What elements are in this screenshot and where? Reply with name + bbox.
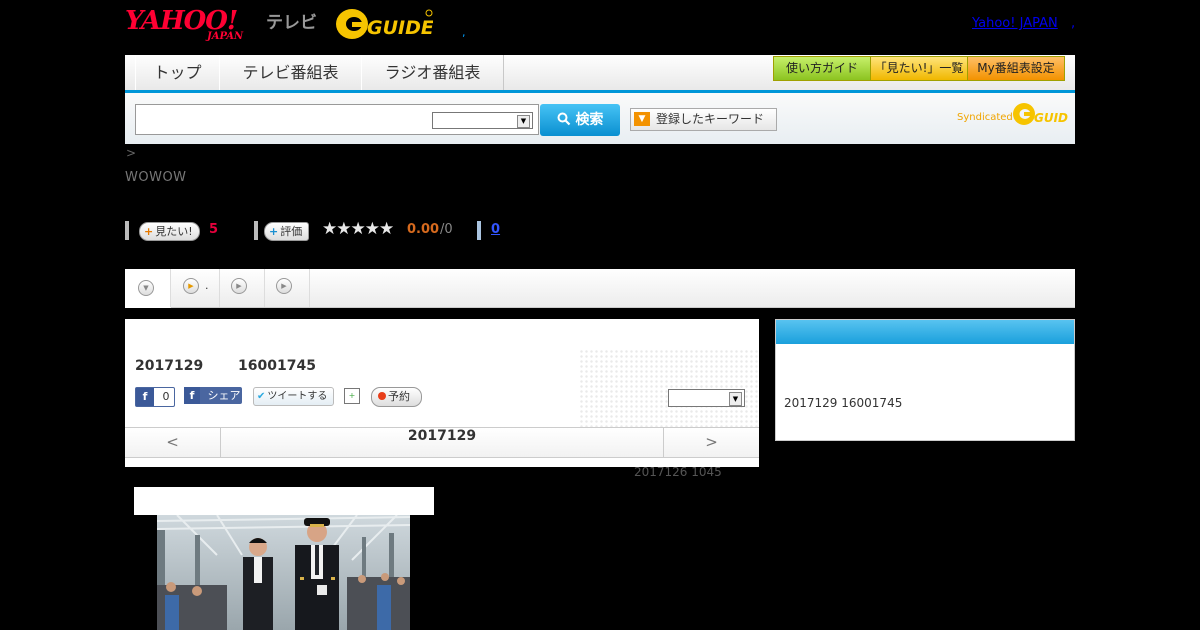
facebook-share-label: シェア xyxy=(207,389,241,402)
tab-top[interactable]: トップ xyxy=(135,55,220,90)
my-program-settings-button[interactable]: My番組表設定 xyxy=(967,56,1065,81)
facebook-icon: f xyxy=(136,388,154,406)
header-comma-link[interactable]: , xyxy=(1071,16,1075,31)
next-date-button[interactable]: > xyxy=(663,428,759,457)
tweet-button[interactable]: ✔ ツイートする xyxy=(253,387,334,406)
gguide-logo[interactable]: GUIDE xyxy=(335,7,434,41)
program-time: 16001745 xyxy=(238,358,316,374)
main-nav: トップ テレビ番組表 ラジオ番組表 使い方ガイド 「見たい!」一覧 My番組表設… xyxy=(125,55,1075,93)
calendar-add-icon[interactable]: + xyxy=(344,388,360,404)
plus-icon: + xyxy=(144,225,154,238)
previous-date-button[interactable]: < xyxy=(125,428,221,457)
tab-section-3[interactable]: ▶ xyxy=(220,269,265,307)
tab-radio-listings[interactable]: ラジオ番組表 xyxy=(361,55,504,90)
dropdown-arrow-icon: ▼ xyxy=(634,112,650,126)
divider xyxy=(477,221,481,240)
program-options-select[interactable]: ▼ xyxy=(668,389,745,407)
tab-section-2-label: . xyxy=(205,279,209,292)
reserve-button[interactable]: 予約 xyxy=(371,387,422,407)
search-button[interactable]: 検索 xyxy=(540,104,620,136)
play-icon: ▶ xyxy=(183,278,199,294)
program-date: 2017129 xyxy=(135,358,204,374)
last-updated: 2017126 1045 xyxy=(634,465,722,479)
svg-text:GUIDE: GUIDE xyxy=(367,17,433,39)
rating-total: /0 xyxy=(440,222,453,237)
tab-section-4[interactable]: ▶ xyxy=(265,269,310,307)
search-bar: ▼ 検索 ▼ 登録したキーワード Syndicated GUIDE xyxy=(125,93,1077,144)
mitai-list-button[interactable]: 「見たい!」一覧 xyxy=(870,56,968,81)
program-tab-strip: ▼ ▶ . ▶ ▶ xyxy=(125,269,1075,308)
program-photo[interactable] xyxy=(157,515,410,630)
review-count-link[interactable]: 0 xyxy=(491,222,500,237)
divider xyxy=(254,221,258,240)
sidebar-program-text: 2017129 16001745 xyxy=(784,396,903,410)
syndicated-label: Syndicated xyxy=(957,112,1013,123)
svg-text:GUIDE: GUIDE xyxy=(1034,111,1068,125)
facebook-share-button[interactable]: f シェア xyxy=(184,387,242,404)
date-navigation: < 2017129 > xyxy=(125,427,759,458)
rate-button[interactable]: + 評価 xyxy=(264,222,310,241)
yahoo-japan-link[interactable]: Yahoo! JAPAN xyxy=(972,16,1058,31)
rate-label: 評価 xyxy=(280,225,303,238)
play-icon: ▶ xyxy=(231,278,247,294)
facebook-icon: f xyxy=(184,387,200,404)
search-button-label: 検索 xyxy=(575,112,604,128)
tab-program-info[interactable]: ▼ xyxy=(125,269,171,308)
chevron-down-icon: ▼ xyxy=(517,115,530,128)
search-icon xyxy=(557,112,576,128)
star-rating: ★★★★★ xyxy=(322,219,394,239)
facebook-like-count: 0 xyxy=(162,390,170,403)
facebook-like-button[interactable]: f 0 xyxy=(135,387,175,407)
mitai-label: 見たい! xyxy=(155,225,193,238)
image-caption-box xyxy=(134,487,434,515)
header-separator: , xyxy=(462,26,466,39)
yahoo-logo-sub: JAPAN xyxy=(207,31,244,42)
registered-keywords-label: 登録したキーワード xyxy=(656,112,765,126)
record-icon xyxy=(378,392,386,400)
tweet-label: ツイートする xyxy=(267,391,328,402)
twitter-bird-icon: ✔ xyxy=(257,391,266,402)
plus-icon: + xyxy=(269,225,279,238)
mitai-count: 5 xyxy=(209,222,219,237)
tab-tv-listings[interactable]: テレビ番組表 xyxy=(219,55,362,90)
breadcrumb[interactable]: > xyxy=(126,146,136,160)
yahoo-japan-logo[interactable]: YAHOO! JAPAN xyxy=(125,6,263,42)
tv-label: テレビ xyxy=(266,13,317,33)
search-category-select[interactable]: ▼ xyxy=(432,112,533,129)
chevron-down-icon: ▼ xyxy=(138,280,154,296)
tab-section-2[interactable]: ▶ . xyxy=(171,269,220,307)
guide-button[interactable]: 使い方ガイド xyxy=(773,56,871,81)
current-date: 2017129 xyxy=(407,428,477,444)
sidebar-program-box: 2017129 16001745 xyxy=(775,319,1075,441)
channel-name: WOWOW xyxy=(125,170,187,185)
gguide-syndicated-logo: GUIDE xyxy=(1012,101,1077,127)
registered-keywords-button[interactable]: ▼ 登録したキーワード xyxy=(630,108,777,131)
play-icon: ▶ xyxy=(276,278,292,294)
reserve-label: 予約 xyxy=(388,390,410,403)
rating-score: 0.00 xyxy=(407,222,440,237)
chevron-down-icon: ▼ xyxy=(729,392,742,406)
sidebar-header xyxy=(776,320,1074,344)
mitai-button[interactable]: + 見たい! xyxy=(139,222,200,241)
divider xyxy=(125,221,129,240)
program-detail-box: 2017129 16001745 f 0 f シェア ✔ ツイートする + 予約 … xyxy=(125,319,759,467)
